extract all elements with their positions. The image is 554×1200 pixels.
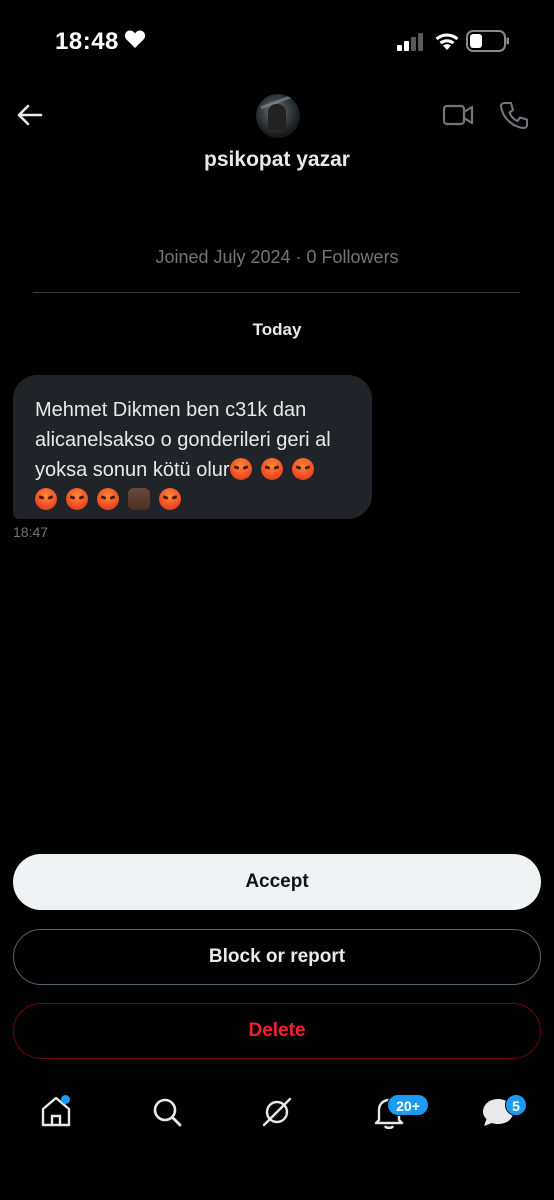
grok-icon[interactable] [257,1092,297,1132]
battery-icon [466,30,509,52]
angry-face-emoji-icon [97,488,119,510]
angry-face-emoji-icon [66,488,88,510]
cellular-signal-icon [397,33,423,51]
message-timestamp: 18:47 [13,524,49,540]
messages-badge: 5 [505,1094,527,1116]
angry-face-emoji-icon [291,458,314,480]
wifi-icon [435,33,459,50]
date-label: Today [252,320,302,339]
bottom-tab-bar: 20+ 5 [0,1080,554,1160]
angry-face-emoji-icon [260,458,283,480]
angry-face-emoji-icon [35,488,57,510]
delete-button[interactable]: Delete [13,1003,541,1059]
home-icon[interactable] [36,1092,76,1132]
status-bar: 18:48 [0,0,554,84]
angry-face-emoji-icon [229,458,252,480]
avatar[interactable] [256,94,300,138]
block-or-report-button[interactable]: Block or report [13,929,541,985]
back-arrow-icon[interactable] [14,100,44,130]
divider [33,292,520,293]
message-bubble[interactable]: Mehmet Dikmen ben c31k dan alicanelsakso… [13,375,372,519]
status-time: 18:48 [55,28,119,55]
phone-call-icon[interactable] [500,100,528,130]
profile-meta: Joined July 2024 · 0 Followers [155,247,399,267]
accept-button[interactable]: Accept [13,854,541,910]
home-notification-dot [61,1095,70,1104]
notifications-badge: 20+ [387,1094,429,1116]
conversation-user-name[interactable]: psikopat yazar [0,148,554,172]
video-call-icon[interactable] [442,102,474,128]
search-icon[interactable] [147,1092,187,1132]
heart-icon [124,30,146,48]
fist-emoji-icon [128,488,150,510]
angry-face-emoji-icon [159,488,181,510]
